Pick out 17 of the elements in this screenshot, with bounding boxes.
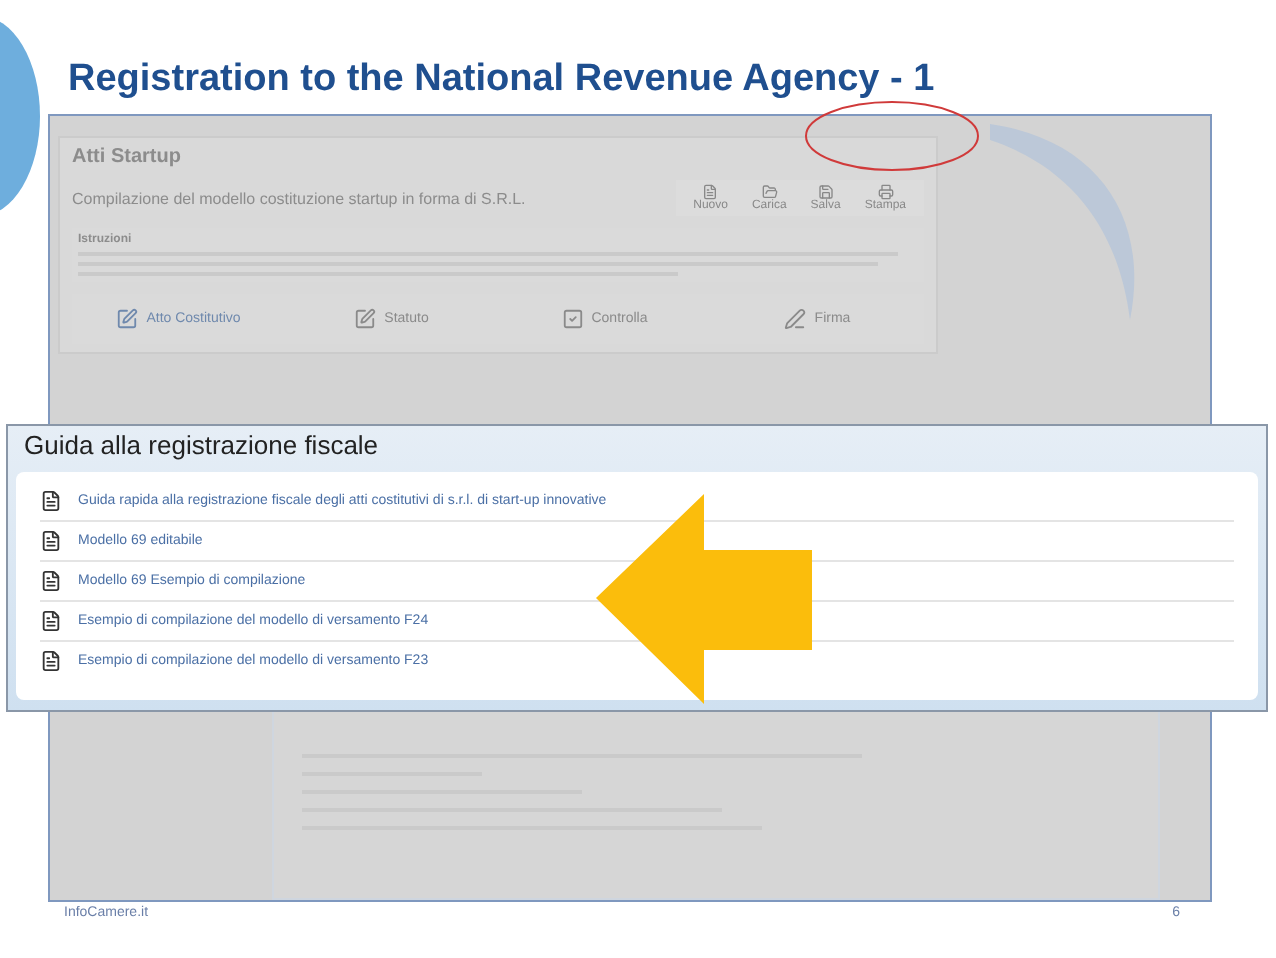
edit-icon [354,308,377,330]
slide-title: Registration to the National Revenue Agency - 1 [68,58,937,102]
app-subtitle: Compilazione del modello costituzione startup in forma di S.R.L. [72,189,526,207]
folder-icon [761,184,778,200]
pdf-icon [40,610,62,632]
save-icon [817,184,834,200]
pdf-icon [40,650,62,672]
pen-icon [784,308,807,330]
file-icon [702,184,719,200]
pdf-icon [40,570,62,592]
panel-title: Guida alla registrazione fiscale [24,430,381,460]
app-title: Atti Startup [72,146,183,168]
edit-icon [116,308,139,330]
checkbox-icon [561,308,584,330]
pdf-icon [40,490,62,512]
pdf-icon [40,530,62,552]
print-icon [877,184,894,200]
